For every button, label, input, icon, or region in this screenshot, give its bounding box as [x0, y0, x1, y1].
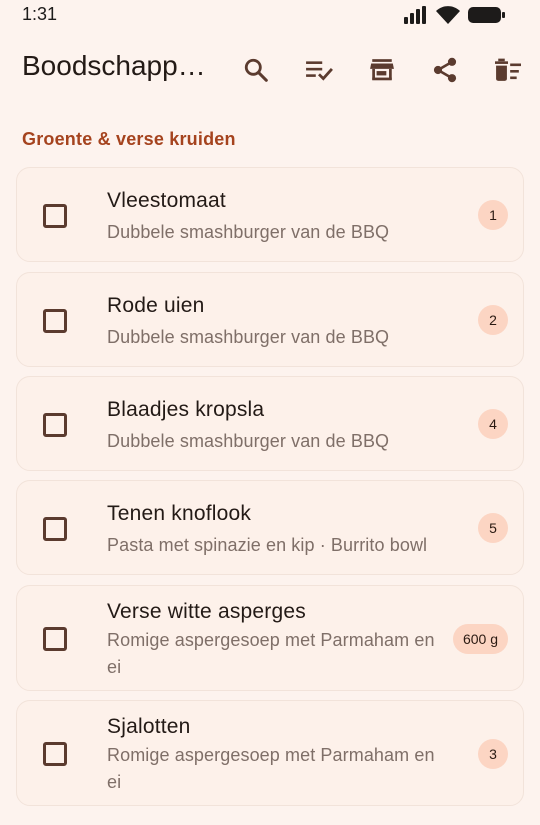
quantity-badge: 5	[478, 513, 508, 543]
store-icon	[370, 59, 394, 81]
item-checkbox[interactable]	[43, 204, 67, 228]
store-button[interactable]	[364, 52, 400, 88]
list-item[interactable]: Verse witte asperges Romige aspergesoep …	[16, 585, 524, 691]
search-icon	[244, 58, 268, 82]
item-recipe: Romige aspergesoep met Parmaham en ei	[107, 630, 435, 677]
app-bar: Boodschapp…	[0, 42, 540, 98]
quantity-badge: 4	[478, 409, 508, 439]
item-name: Verse witte asperges	[107, 600, 306, 623]
status-bar: 1:31	[0, 0, 540, 32]
item-recipe: Dubbele smashburger van de BBQ	[107, 431, 390, 451]
search-button[interactable]	[238, 52, 274, 88]
page-title: Boodschapp…	[22, 50, 206, 81]
item-recipe: Dubbele smashburger van de BBQ	[107, 222, 390, 242]
item-checkbox[interactable]	[43, 413, 67, 437]
list-item[interactable]: Tenen knoflook Pasta met spinazie en kip…	[16, 480, 524, 575]
share-icon	[433, 57, 457, 83]
share-button[interactable]	[427, 52, 463, 88]
status-icons	[404, 6, 506, 24]
section-title: Groente & verse kruiden	[22, 129, 236, 149]
item-name: Rode uien	[107, 294, 205, 317]
item-name: Blaadjes kropsla	[107, 398, 265, 421]
item-recipe: Romige aspergesoep met Parmaham en ei	[107, 745, 435, 792]
list-item[interactable]: Vleestomaat Dubbele smashburger van de B…	[16, 167, 524, 262]
clear-list-button[interactable]	[490, 52, 526, 88]
checklist-icon	[306, 61, 333, 81]
battery-icon	[468, 7, 505, 23]
item-name: Vleestomaat	[107, 189, 226, 212]
status-time: 1:31	[22, 4, 58, 24]
checklist-button[interactable]	[301, 52, 337, 88]
item-name: Sjalotten	[107, 715, 191, 738]
item-checkbox[interactable]	[43, 309, 67, 333]
item-checkbox[interactable]	[43, 517, 67, 541]
item-checkbox[interactable]	[43, 742, 67, 766]
signal-icon	[404, 6, 426, 24]
quantity-badge: 600 g	[452, 624, 508, 654]
item-recipe: Pasta met spinazie en kip · Burrito bowl	[107, 535, 428, 555]
delete-sweep-icon	[495, 58, 521, 81]
quantity-badge: 2	[478, 305, 508, 335]
list-item[interactable]: Blaadjes kropsla Dubbele smashburger van…	[16, 376, 524, 471]
wifi-icon	[436, 6, 460, 24]
item-checkbox[interactable]	[43, 627, 67, 651]
quantity-badge: 1	[478, 200, 508, 230]
list-item[interactable]: Sjalotten Romige aspergesoep met Parmaha…	[16, 700, 524, 806]
item-recipe: Dubbele smashburger van de BBQ	[107, 327, 390, 347]
list-item[interactable]: Rode uien Dubbele smashburger van de BBQ…	[16, 272, 524, 367]
item-name: Tenen knoflook	[107, 502, 252, 525]
quantity-badge: 3	[478, 739, 508, 769]
